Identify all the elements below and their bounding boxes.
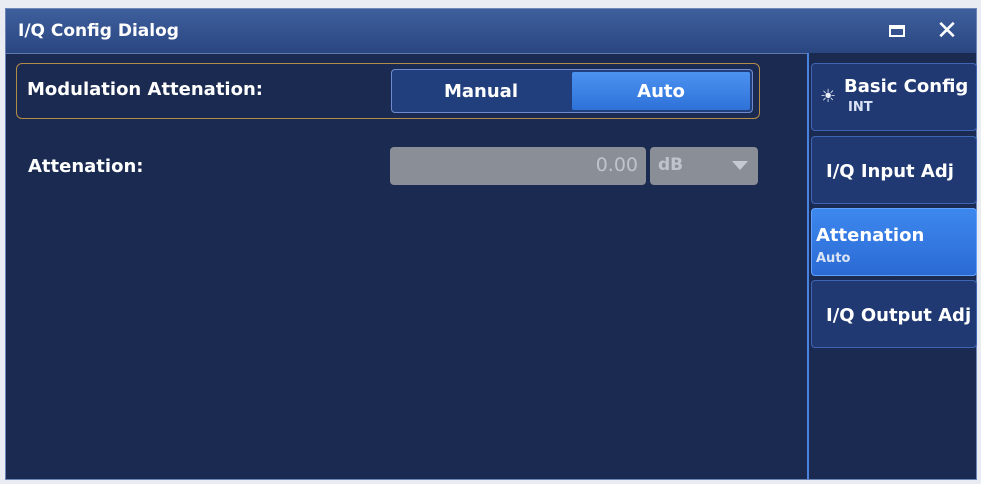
attenuation-unit-label: dB xyxy=(658,155,684,175)
sidebar-item-iq-output-adj[interactable]: I/Q Output Adj xyxy=(811,280,977,348)
iq-config-dialog: I/Q Config Dialog ✕ Modulation Attenatio… xyxy=(5,8,977,480)
close-button[interactable]: ✕ xyxy=(932,17,962,45)
sidebar-item-sublabel: INT xyxy=(848,100,873,115)
settings-panel: Modulation Attenation: Manual Auto Atten… xyxy=(6,53,807,479)
sidebar-item-sublabel: Auto xyxy=(816,251,851,266)
sun-icon: ☀ xyxy=(820,86,837,107)
attenuation-value-field[interactable]: 0.00 xyxy=(390,147,646,185)
maximize-icon xyxy=(889,25,905,37)
side-menu: ☀ Basic Config INT I/Q Input Adj Attenat… xyxy=(807,53,977,479)
modulation-mode-toggle[interactable]: Manual Auto xyxy=(391,69,753,113)
sidebar-item-label: I/Q Output Adj xyxy=(826,305,972,326)
modulation-attenuation-row: Modulation Attenation: Manual Auto xyxy=(16,63,760,119)
attenuation-label: Attenation: xyxy=(28,156,144,177)
maximize-button[interactable] xyxy=(882,17,912,45)
sidebar-item-label: Attenation xyxy=(816,225,925,246)
modulation-attenuation-label: Modulation Attenation: xyxy=(27,79,263,100)
sidebar-item-label: Basic Config xyxy=(844,76,969,97)
auto-option[interactable]: Auto xyxy=(572,72,750,110)
sidebar-item-attenuation[interactable]: Attenation Auto xyxy=(811,208,977,276)
chevron-down-icon xyxy=(732,161,748,170)
attenuation-unit-select[interactable]: dB xyxy=(650,147,758,185)
sidebar-item-label: I/Q Input Adj xyxy=(826,161,954,182)
sidebar-item-basic-config[interactable]: ☀ Basic Config INT xyxy=(811,63,977,131)
sidebar-item-iq-input-adj[interactable]: I/Q Input Adj xyxy=(811,136,977,204)
dialog-title: I/Q Config Dialog xyxy=(18,21,179,41)
manual-option[interactable]: Manual xyxy=(392,70,570,112)
close-icon: ✕ xyxy=(936,16,958,46)
title-bar: I/Q Config Dialog ✕ xyxy=(6,9,976,54)
